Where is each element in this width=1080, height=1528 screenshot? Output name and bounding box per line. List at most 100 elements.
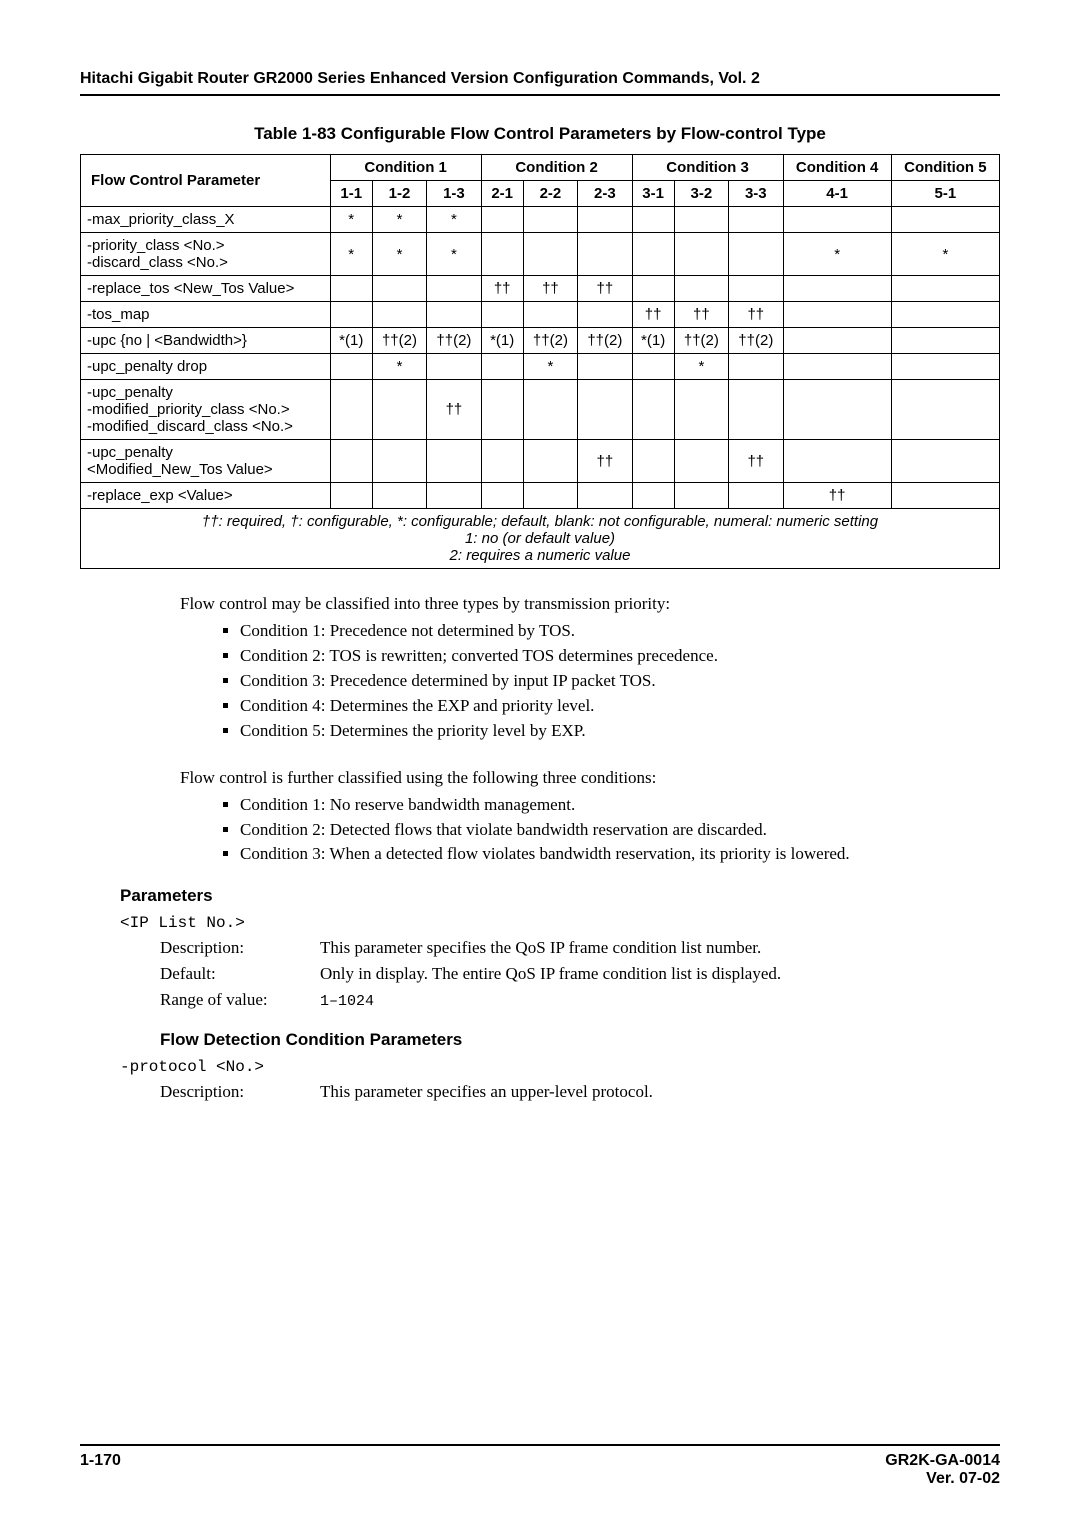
intro-2-list: Condition 1: No reserve bandwidth manage… (180, 794, 990, 867)
value-cell: ††(2) (578, 328, 632, 354)
running-head: Hitachi Gigabit Router GR2000 Series Enh… (80, 70, 1000, 96)
param-cell: -priority_class <No.> -discard_class <No… (81, 233, 331, 276)
value-cell (427, 354, 481, 380)
section-flow-detection: Flow Detection Condition Parameters (160, 1030, 1000, 1050)
value-cell (578, 233, 632, 276)
desc-label: Description: (160, 938, 320, 958)
intro-1-list: Condition 1: Precedence not determined b… (180, 620, 990, 743)
value-cell (523, 483, 577, 509)
value-cell: †† (729, 440, 783, 483)
value-cell (372, 380, 426, 440)
value-cell (674, 233, 728, 276)
param-row-range: Range of value: 1–1024 (160, 990, 1000, 1010)
col-condition-5: Condition 5 (891, 155, 999, 181)
param-row-protocol-desc: Description: This parameter specifies an… (160, 1082, 1000, 1102)
value-cell (427, 276, 481, 302)
list-item: Condition 4: Determines the EXP and prio… (240, 695, 990, 718)
col-condition-3: Condition 3 (632, 155, 783, 181)
value-cell (632, 440, 674, 483)
value-cell (729, 233, 783, 276)
param-cell: -upc_penalty drop (81, 354, 331, 380)
value-cell (783, 354, 891, 380)
param-ip-list-name: <IP List No.> (120, 914, 1000, 932)
col-condition-1: Condition 1 (330, 155, 481, 181)
value-cell: †† (632, 302, 674, 328)
col-3-2: 3-2 (674, 181, 728, 207)
value-cell (783, 440, 891, 483)
intro-2-text: Flow control is further classified using… (180, 768, 656, 787)
value-cell (481, 207, 523, 233)
col-4-1: 4-1 (783, 181, 891, 207)
col-2-3: 2-3 (578, 181, 632, 207)
value-cell (523, 440, 577, 483)
value-cell: * (372, 207, 426, 233)
value-cell: †† (729, 302, 783, 328)
value-cell (729, 483, 783, 509)
default-value: Only in display. The entire QoS IP frame… (320, 964, 1000, 984)
value-cell (330, 302, 372, 328)
value-cell (372, 276, 426, 302)
value-cell: *(1) (632, 328, 674, 354)
param-protocol-block: Description: This parameter specifies an… (160, 1082, 1000, 1102)
table-row: -replace_exp <Value>†† (81, 483, 1000, 509)
value-cell (523, 380, 577, 440)
value-cell (674, 483, 728, 509)
table-row: -max_priority_class_X*** (81, 207, 1000, 233)
value-cell (632, 483, 674, 509)
col-param: Flow Control Parameter (81, 155, 331, 207)
col-condition-2: Condition 2 (481, 155, 632, 181)
value-cell: * (523, 354, 577, 380)
value-cell (783, 302, 891, 328)
value-cell (729, 380, 783, 440)
value-cell (427, 302, 481, 328)
value-cell (372, 483, 426, 509)
value-cell: * (372, 233, 426, 276)
list-item: Condition 1: No reserve bandwidth manage… (240, 794, 990, 817)
value-cell (632, 380, 674, 440)
col-5-1: 5-1 (891, 181, 999, 207)
param-row-desc: Description: This parameter specifies th… (160, 938, 1000, 958)
value-cell: *(1) (330, 328, 372, 354)
value-cell (891, 302, 999, 328)
list-item: Condition 2: TOS is rewritten; converted… (240, 645, 990, 668)
value-cell (891, 354, 999, 380)
value-cell: ††(2) (427, 328, 481, 354)
value-cell (523, 302, 577, 328)
value-cell: †† (674, 302, 728, 328)
value-cell (330, 276, 372, 302)
table-row: -upc_penalty -modified_priority_class <N… (81, 380, 1000, 440)
col-1-2: 1-2 (372, 181, 426, 207)
param-protocol-name: -protocol <No.> (120, 1058, 1000, 1076)
value-cell (523, 233, 577, 276)
col-1-1: 1-1 (330, 181, 372, 207)
value-cell: * (674, 354, 728, 380)
value-cell (632, 233, 674, 276)
col-2-1: 2-1 (481, 181, 523, 207)
table-caption: Table 1-83 Configurable Flow Control Par… (80, 124, 1000, 144)
value-cell (427, 440, 481, 483)
value-cell: * (372, 354, 426, 380)
value-cell (891, 440, 999, 483)
col-1-3: 1-3 (427, 181, 481, 207)
value-cell: ††(2) (523, 328, 577, 354)
value-cell (632, 207, 674, 233)
value-cell (729, 354, 783, 380)
value-cell (330, 440, 372, 483)
value-cell (674, 440, 728, 483)
value-cell (891, 483, 999, 509)
value-cell (330, 483, 372, 509)
value-cell (427, 483, 481, 509)
protocol-desc-label: Description: (160, 1082, 320, 1102)
footer-page-number: 1-170 (80, 1452, 121, 1488)
param-row-default: Default: Only in display. The entire QoS… (160, 964, 1000, 984)
col-3-3: 3-3 (729, 181, 783, 207)
flow-control-table: Flow Control Parameter Condition 1 Condi… (80, 154, 1000, 569)
value-cell: †† (481, 276, 523, 302)
param-cell: -max_priority_class_X (81, 207, 331, 233)
value-cell (578, 354, 632, 380)
list-item: Condition 3: When a detected flow violat… (240, 843, 990, 866)
col-3-1: 3-1 (632, 181, 674, 207)
value-cell: †† (578, 276, 632, 302)
value-cell (481, 483, 523, 509)
range-value: 1–1024 (320, 993, 374, 1010)
